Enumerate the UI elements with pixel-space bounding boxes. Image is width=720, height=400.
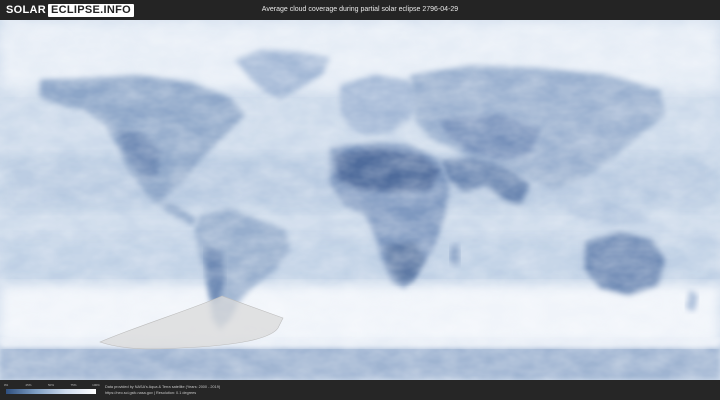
page-title: Average cloud coverage during partial so… xyxy=(261,6,459,13)
legend-ticks: 0% 25% 50% 75% 100% xyxy=(3,383,100,388)
legend-tick-100: 100% xyxy=(92,383,100,387)
data-source-link[interactable]: https://neo.sci.gsfc.nasa.gov | Resoluti… xyxy=(105,391,196,395)
bottom-bar xyxy=(0,380,720,400)
cloud-texture xyxy=(0,20,720,380)
data-credit: Data provided by NASA's Aqua & Terra sat… xyxy=(105,385,221,389)
legend-tick-50: 50% xyxy=(47,383,55,387)
legend-tick-25: 25% xyxy=(25,383,32,387)
cloud-coverage-map xyxy=(0,20,720,380)
legend-tick-0: 0% xyxy=(3,383,9,387)
cloud-coverage-legend-bar xyxy=(6,389,96,394)
legend-tick-75: 75% xyxy=(70,383,77,387)
